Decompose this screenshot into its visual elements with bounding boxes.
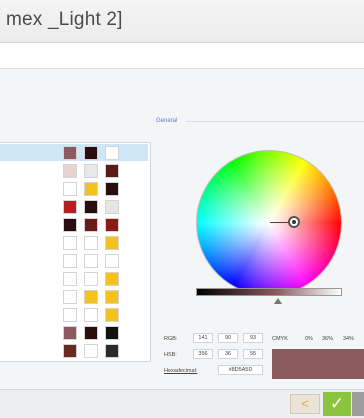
general-group-label: General — [156, 118, 178, 124]
swatch-row[interactable] — [0, 144, 148, 161]
color-swatch[interactable] — [105, 146, 119, 160]
hsb-s-field[interactable]: 36 — [218, 349, 238, 359]
color-swatch[interactable] — [84, 200, 98, 214]
ok-button[interactable]: ✓ — [323, 392, 351, 416]
cmyk-label: CMYK — [272, 336, 288, 342]
checkmark-icon: ✓ — [329, 394, 345, 413]
swatch-row[interactable] — [0, 270, 148, 287]
color-swatch[interactable] — [63, 164, 77, 178]
color-swatch[interactable] — [105, 344, 119, 358]
rgb-r-field[interactable]: 141 — [193, 333, 213, 343]
color-swatch[interactable] — [84, 146, 98, 160]
chevron-left-icon: < — [301, 396, 309, 411]
hsb-label: HSB: — [164, 352, 177, 358]
color-swatch[interactable] — [63, 254, 77, 268]
hsb-b-field[interactable]: 55 — [243, 349, 263, 359]
color-swatch[interactable] — [84, 218, 98, 232]
color-swatch[interactable] — [84, 344, 98, 358]
cmyk-y-value[interactable]: 34% — [343, 336, 354, 342]
color-swatch[interactable] — [84, 326, 98, 340]
brightness-slider[interactable] — [196, 288, 342, 296]
color-swatch[interactable] — [63, 290, 77, 304]
color-wheel[interactable] — [196, 150, 342, 296]
color-swatch[interactable] — [105, 272, 119, 286]
color-swatch[interactable] — [63, 218, 77, 232]
title-bar: mex _Light 2] — [0, 0, 364, 43]
hex-field[interactable]: #8D5A5D — [218, 365, 263, 375]
wheel-handle-dot — [292, 220, 296, 224]
toolbar — [0, 43, 364, 69]
color-swatch[interactable] — [63, 344, 77, 358]
color-swatch[interactable] — [105, 326, 119, 340]
brightness-marker-icon[interactable] — [274, 298, 282, 304]
color-preview — [272, 349, 364, 379]
cmyk-c-value[interactable]: 0% — [305, 336, 313, 342]
color-swatch[interactable] — [63, 308, 77, 322]
swatch-row[interactable] — [0, 252, 148, 269]
color-swatch[interactable] — [84, 272, 98, 286]
color-swatch[interactable] — [105, 200, 119, 214]
color-swatch[interactable] — [105, 254, 119, 268]
color-swatch[interactable] — [105, 236, 119, 250]
swatch-row[interactable] — [0, 180, 148, 197]
cancel-button[interactable] — [352, 392, 364, 416]
hex-label: Hexadecimal: — [164, 368, 198, 374]
color-swatch[interactable] — [84, 164, 98, 178]
swatch-row[interactable] — [0, 306, 148, 323]
rgb-b-field[interactable]: 93 — [243, 333, 263, 343]
color-swatch[interactable] — [105, 290, 119, 304]
swatch-row[interactable] — [0, 324, 148, 341]
swatch-row[interactable] — [0, 288, 148, 305]
color-swatch[interactable] — [63, 272, 77, 286]
window-title: mex _Light 2] — [6, 9, 123, 30]
swatch-list[interactable] — [0, 142, 151, 362]
hsb-h-field[interactable]: 356 — [193, 349, 213, 359]
color-swatch[interactable] — [84, 236, 98, 250]
color-swatch[interactable] — [84, 254, 98, 268]
rgb-g-field[interactable]: 90 — [218, 333, 238, 343]
group-divider — [186, 121, 364, 122]
swatch-row[interactable] — [0, 216, 148, 233]
color-swatch[interactable] — [105, 308, 119, 322]
rgb-label: RGB: — [164, 336, 178, 342]
color-swatch[interactable] — [63, 326, 77, 340]
color-swatch[interactable] — [105, 218, 119, 232]
swatch-row[interactable] — [0, 234, 148, 251]
color-swatch[interactable] — [63, 200, 77, 214]
color-swatch[interactable] — [84, 182, 98, 196]
color-swatch[interactable] — [63, 146, 77, 160]
cmyk-m-value[interactable]: 36% — [322, 336, 333, 342]
swatch-row[interactable] — [0, 162, 148, 179]
color-swatch[interactable] — [63, 182, 77, 196]
swatch-row[interactable] — [0, 342, 148, 359]
color-swatch[interactable] — [63, 236, 77, 250]
color-swatch[interactable] — [84, 290, 98, 304]
color-swatch[interactable] — [105, 164, 119, 178]
color-swatch[interactable] — [84, 308, 98, 322]
back-button[interactable]: < — [290, 394, 320, 414]
color-swatch[interactable] — [105, 182, 119, 196]
swatch-row[interactable] — [0, 198, 148, 215]
